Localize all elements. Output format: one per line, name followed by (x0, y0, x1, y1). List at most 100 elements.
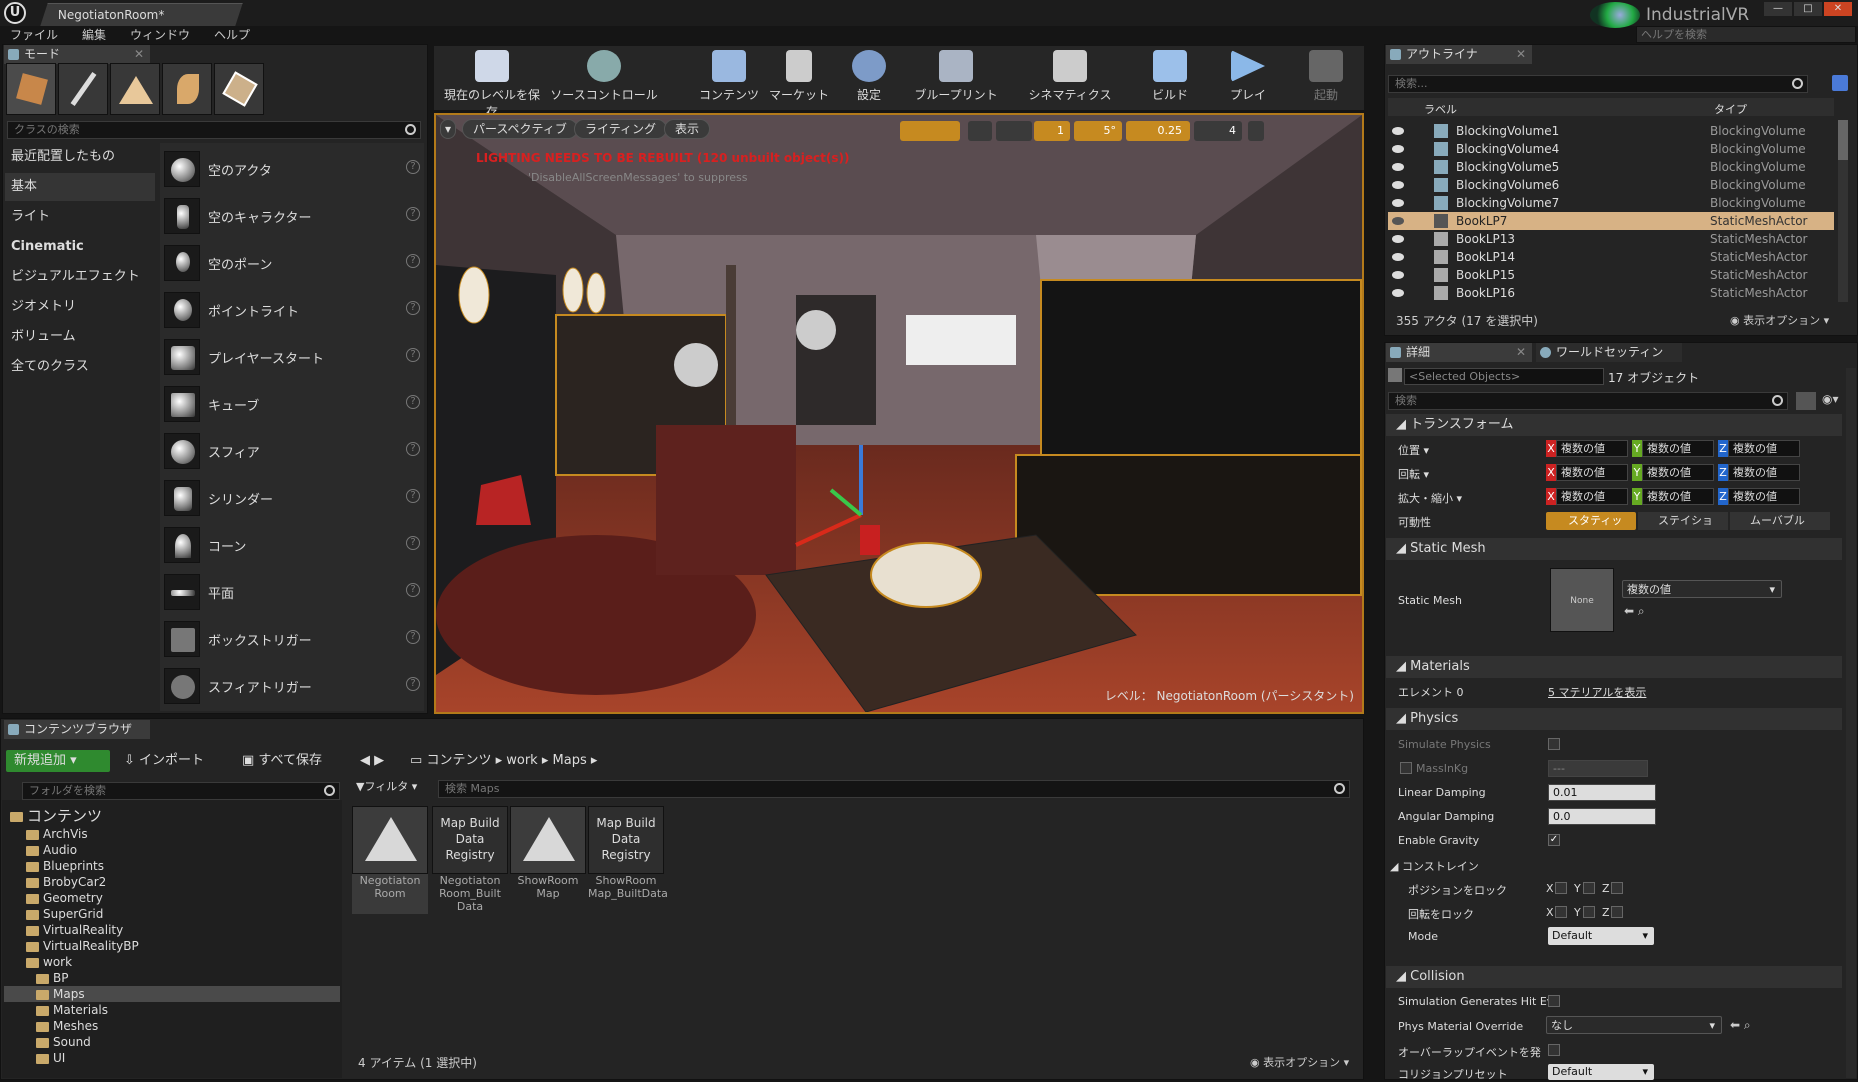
help-icon[interactable]: ? (406, 348, 420, 362)
class-item-cone[interactable]: コーン? (162, 523, 424, 567)
collision-preset-dropdown[interactable]: Default (1548, 1064, 1654, 1080)
source-control-button[interactable]: ソースコントロール (548, 48, 660, 106)
static-mesh-section[interactable]: ◢ Static Mesh (1386, 538, 1842, 560)
class-search-input[interactable]: クラスの検索 (7, 121, 421, 139)
settings-button[interactable]: 設定 (844, 48, 894, 106)
eye-icon[interactable] (1392, 199, 1404, 207)
breadcrumb-maps[interactable]: Maps (553, 753, 587, 768)
outliner-row[interactable]: BlockingVolume5 BlockingVolume (1388, 158, 1834, 176)
rotation-snap-button[interactable]: 5° (1074, 121, 1122, 141)
cinematics-button[interactable]: シネマティクス (1020, 48, 1120, 106)
angular-damping-field[interactable]: 0.0 (1548, 808, 1656, 825)
outliner-row[interactable]: BlockingVolume1 BlockingVolume (1388, 122, 1834, 140)
phys-material-browse-icon[interactable]: ⬅ ⌕ (1730, 1018, 1751, 1033)
class-item-box-trigger[interactable]: ボックストリガー? (162, 617, 424, 661)
materials-section[interactable]: ◢ Materials (1386, 656, 1842, 678)
world-settings-tab[interactable]: ワールドセッティン (1536, 343, 1682, 362)
enable-gravity-checkbox[interactable]: ✓ (1548, 834, 1560, 846)
content-view-options[interactable]: ◉ 表示オプション ▾ (1250, 1054, 1349, 1070)
rotation-z-field[interactable]: 複数の値 (1728, 464, 1800, 481)
eye-icon[interactable] (1392, 181, 1404, 189)
outliner-search-input[interactable]: 検索... (1388, 75, 1808, 93)
col-type[interactable]: タイプ (1714, 101, 1747, 117)
class-item-sphere-trigger[interactable]: スフィアトリガー? (162, 664, 424, 708)
eye-icon[interactable]: ◉▾ (1822, 392, 1844, 410)
help-icon[interactable]: ? (406, 489, 420, 503)
collision-section[interactable]: ◢ Collision (1386, 966, 1842, 988)
blueprints-button[interactable]: ブループリント (906, 48, 1006, 106)
surface-snap-button[interactable] (996, 121, 1032, 141)
tree-item[interactable]: Materials (36, 1002, 108, 1018)
minimize-button[interactable]: — (1764, 2, 1792, 16)
mesh-thumbnail[interactable]: None (1550, 568, 1614, 632)
col-label[interactable]: ラベル (1424, 101, 1457, 117)
outliner-view-options[interactable]: ◉ 表示オプション ▾ (1730, 312, 1829, 328)
unreal-logo-icon[interactable]: U (4, 2, 26, 24)
simulate-physics-checkbox[interactable] (1548, 738, 1560, 750)
lock-pos-z-checkbox[interactable] (1611, 882, 1623, 894)
mass-override-checkbox[interactable] (1400, 762, 1412, 774)
help-search-input[interactable]: ヘルプを検索 (1636, 26, 1856, 43)
class-item-player-start[interactable]: プレイヤースタート? (162, 335, 424, 379)
category-all-classes[interactable]: 全てのクラス (5, 353, 155, 381)
outliner-row[interactable]: BookLP13 StaticMeshActor (1388, 230, 1834, 248)
mobility-movable-button[interactable]: ムーバブル (1730, 512, 1830, 530)
menu-edit[interactable]: 編集 (82, 26, 106, 44)
outliner-row[interactable]: BlockingVolume4 BlockingVolume (1388, 140, 1834, 158)
maximize-button[interactable]: □ (1794, 2, 1822, 16)
asset-tile[interactable]: Map Build Data Registry ShowRoom Map_Buil… (588, 806, 668, 900)
asset-tile[interactable]: Map Build Data Registry Negotiaton Room_B… (432, 806, 508, 913)
class-item-point-light[interactable]: ポイントライト? (162, 288, 424, 332)
save-all-button[interactable]: ▣ すべて保存 (242, 750, 322, 772)
lock-icon[interactable] (1388, 368, 1402, 382)
content-button[interactable]: コンテンツ (694, 48, 764, 106)
help-icon[interactable]: ? (406, 254, 420, 268)
level-tab[interactable]: NegotiatonRoom* (40, 3, 243, 26)
help-icon[interactable]: ? (406, 583, 420, 597)
tree-item[interactable]: UI (36, 1050, 65, 1066)
location-x-field[interactable]: 複数の値 (1556, 440, 1628, 457)
add-actor-icon[interactable] (1832, 75, 1848, 91)
modes-tab[interactable]: モード ✕ (4, 45, 150, 64)
mobility-static-button[interactable]: スタティッ (1546, 512, 1636, 530)
overlap-events-checkbox[interactable] (1548, 1044, 1560, 1056)
tree-item[interactable]: VirtualReality (26, 922, 123, 938)
mode-dropdown[interactable]: Default (1548, 927, 1654, 945)
landscape-mode-button[interactable] (110, 63, 160, 115)
use-selected-arrow-icon[interactable]: ⬅ ⌕ (1624, 604, 1645, 619)
eye-icon[interactable] (1392, 253, 1404, 261)
scale-x-field[interactable]: 複数の値 (1556, 488, 1628, 505)
menu-window[interactable]: ウィンドウ (130, 26, 190, 44)
class-item-cylinder[interactable]: シリンダー? (162, 476, 424, 520)
menu-file[interactable]: ファイル (10, 26, 58, 44)
eye-icon[interactable] (1392, 145, 1404, 153)
class-item-empty-character[interactable]: 空のキャラクター? (162, 194, 424, 238)
category-visual-effects[interactable]: ビジュアルエフェクト (5, 263, 155, 291)
rotation-label[interactable]: 回転 ▾ (1398, 466, 1429, 482)
maximize-viewport-button[interactable] (1248, 121, 1264, 141)
help-icon[interactable]: ? (406, 677, 420, 691)
phys-material-dropdown[interactable]: なし (1546, 1016, 1722, 1035)
tree-item-selected[interactable]: Maps (4, 986, 340, 1002)
breadcrumb-work[interactable]: work (506, 753, 537, 768)
physics-section[interactable]: ◢ Physics (1386, 708, 1842, 730)
lighting-button[interactable]: ライティング (574, 119, 668, 139)
tree-item[interactable]: Geometry (26, 890, 103, 906)
add-new-button[interactable]: 新規追加 ▾ (6, 750, 110, 772)
static-mesh-picker[interactable]: 複数の値 (1622, 580, 1782, 599)
outliner-row[interactable]: BlockingVolume7 BlockingVolume (1388, 194, 1834, 212)
eye-icon[interactable] (1392, 163, 1404, 171)
scroll-thumb[interactable] (1838, 120, 1848, 160)
details-search-input[interactable]: 検索 (1388, 392, 1788, 410)
outliner-row-selected[interactable]: BookLP7 StaticMeshActor (1388, 212, 1834, 230)
category-geometry[interactable]: ジオメトリ (5, 293, 155, 321)
tree-item[interactable]: Meshes (36, 1018, 98, 1034)
viewport-options-button[interactable]: ▾ (440, 119, 457, 139)
category-recent[interactable]: 最近配置したもの (5, 143, 155, 171)
camera-speed-button[interactable]: 4 (1194, 121, 1242, 141)
class-item-empty-pawn[interactable]: 空のポーン? (162, 241, 424, 285)
outliner-row[interactable]: BookLP14 StaticMeshActor (1388, 248, 1834, 266)
details-scrollbar[interactable] (1846, 368, 1856, 1078)
constraints-group[interactable]: ◢ コンストレイン (1390, 858, 1479, 874)
back-forward-buttons[interactable]: ◀ ▶ (360, 750, 384, 772)
